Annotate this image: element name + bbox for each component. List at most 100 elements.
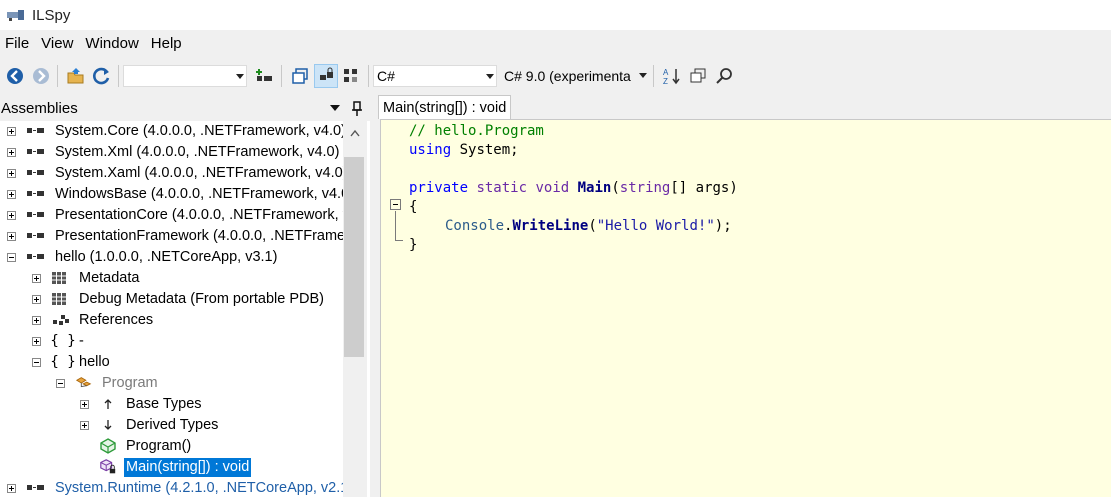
code-method-name[interactable]: Main — [569, 180, 612, 196]
manage-assembly-lists-button[interactable] — [253, 64, 277, 88]
tree-item-hello-namespace[interactable]: { } hello — [0, 352, 343, 373]
expand-icon[interactable] — [32, 316, 41, 325]
expand-icon[interactable] — [80, 400, 89, 409]
expand-icon[interactable] — [32, 337, 41, 346]
menu-help[interactable]: Help — [145, 30, 188, 58]
back-button[interactable] — [3, 64, 27, 88]
expand-icon[interactable] — [7, 169, 16, 178]
tree-item-label: Base Types — [126, 396, 202, 412]
tree-item-windowsbase[interactable]: WindowsBase (4.0.0.0, .NETFramework, v4.… — [0, 184, 343, 205]
namespace-icon: { } — [50, 333, 76, 349]
tree-item-base-types[interactable]: Base Types — [0, 394, 343, 415]
tree-item-label: WindowsBase (4.0.0.0, .NETFramework, v4.… — [55, 186, 343, 202]
assembly-list-combo[interactable] — [123, 65, 247, 87]
language-version-value: C# 9.0 (experimenta — [504, 68, 631, 84]
tree-item-references[interactable]: References — [0, 310, 343, 331]
expand-icon[interactable] — [7, 484, 16, 493]
tree-item-label: System.Runtime (4.2.1.0, .NETCoreApp, v2… — [55, 480, 343, 496]
toolbar-separator — [57, 65, 58, 87]
show-all-members-button[interactable] — [340, 64, 364, 88]
assembly-icon — [27, 480, 45, 496]
scroll-up-arrow-icon[interactable] — [350, 129, 360, 137]
tree-scrollbar[interactable] — [343, 121, 367, 497]
panel-menu-chevron-down-icon[interactable] — [330, 105, 340, 111]
tab-main-method[interactable]: Main(string[]) : void — [378, 95, 512, 119]
tree-item-debug-metadata[interactable]: Debug Metadata (From portable PDB) — [0, 289, 343, 310]
expand-icon[interactable] — [7, 211, 16, 220]
fold-guide — [395, 240, 403, 241]
assembly-icon — [27, 207, 45, 223]
assembly-icon — [27, 144, 45, 160]
tree-item-system-xml[interactable]: System.Xml (4.0.0.0, .NETFramework, v4.0… — [0, 142, 343, 163]
code-string: "Hello World!" — [596, 218, 715, 234]
metadata-icon — [52, 291, 70, 307]
expand-icon[interactable] — [7, 190, 16, 199]
tree-item-presentationframework[interactable]: PresentationFramework (4.0.0.0, .NETFram… — [0, 226, 343, 247]
tree-item-label: System.Core (4.0.0.0, .NETFramework, v4.… — [55, 123, 343, 139]
tree-item-label: System.Xaml (4.0.0.0, .NETFramework, v4.… — [55, 165, 343, 181]
tree-item-metadata[interactable]: Metadata — [0, 268, 343, 289]
fold-collapse-icon[interactable] — [390, 199, 401, 210]
forward-button[interactable] — [29, 64, 53, 88]
expand-icon[interactable] — [80, 421, 89, 430]
tree-item-label: Metadata — [79, 270, 140, 286]
menu-window[interactable]: Window — [79, 30, 144, 58]
code-method-name[interactable]: WriteLine — [512, 218, 588, 234]
tree-item-system-runtime[interactable]: System.Runtime (4.2.1.0, .NETCoreApp, v2… — [0, 478, 343, 497]
svg-text:A: A — [663, 68, 669, 77]
code-line: { — [409, 198, 417, 217]
collapse-icon[interactable] — [7, 253, 16, 262]
tree-item-program-class[interactable]: Program — [0, 373, 343, 394]
scrollbar-thumb[interactable] — [344, 157, 364, 357]
expand-icon[interactable] — [32, 295, 41, 304]
code-punct: ( — [588, 218, 597, 234]
menu-view[interactable]: View — [35, 30, 79, 58]
assembly-tree[interactable]: System.Core (4.0.0.0, .NETFramework, v4.… — [0, 121, 343, 497]
manage-lists-icon — [256, 69, 272, 81]
expand-icon[interactable] — [32, 274, 41, 283]
references-icon — [52, 312, 70, 328]
expand-icon[interactable] — [7, 148, 16, 157]
expand-icon[interactable] — [7, 232, 16, 241]
collapse-icon[interactable] — [32, 358, 41, 367]
code-editor[interactable]: // hello.Program using System; private s… — [380, 119, 1111, 497]
tree-item-system-xaml[interactable]: System.Xaml (4.0.0.0, .NETFramework, v4.… — [0, 163, 343, 184]
search-button[interactable] — [712, 64, 736, 88]
code-keyword: private — [409, 180, 469, 196]
window-button[interactable] — [686, 64, 710, 88]
tree-item-label: Debug Metadata (From portable PDB) — [79, 291, 324, 307]
sort-button[interactable]: AZ — [660, 64, 684, 88]
code-panel: Main(string[]) : void // hello.Program u… — [378, 95, 1111, 497]
reload-button[interactable] — [90, 64, 114, 88]
open-button[interactable] — [64, 64, 88, 88]
assemblies-panel-title: Assemblies — [1, 99, 78, 117]
toolbar-separator — [653, 65, 654, 87]
tree-item-empty-namespace[interactable]: { } - — [0, 331, 343, 352]
tree-item-system-core[interactable]: System.Core (4.0.0.0, .NETFramework, v4.… — [0, 121, 343, 142]
language-value: C# — [377, 68, 395, 84]
pin-icon[interactable] — [351, 101, 363, 117]
expand-icon[interactable] — [7, 127, 16, 136]
code-punct: ( — [611, 180, 620, 196]
code-keyword: void — [527, 180, 570, 196]
collapse-all-button[interactable] — [288, 64, 312, 88]
chevron-down-icon — [486, 74, 494, 79]
code-type[interactable]: string — [620, 180, 671, 196]
tree-item-derived-types[interactable]: Derived Types — [0, 415, 343, 436]
constructor-icon — [99, 438, 117, 454]
language-version-combo[interactable]: C# 9.0 (experimenta — [501, 65, 649, 87]
tree-item-main-method[interactable]: Main(string[]) : void — [0, 457, 343, 478]
sort-icon: AZ — [663, 68, 680, 85]
menu-file[interactable]: File — [0, 30, 35, 58]
assembly-icon — [27, 123, 45, 139]
panel-splitter[interactable] — [370, 95, 378, 497]
tree-item-presentationcore[interactable]: PresentationCore (4.0.0.0, .NETFramework… — [0, 205, 343, 226]
show-internal-api-button[interactable] — [314, 64, 338, 88]
tree-item-label: Main(string[]) : void — [124, 458, 252, 477]
tree-item-program-ctor[interactable]: Program() — [0, 436, 343, 457]
collapse-icon[interactable] — [56, 379, 65, 388]
tree-item-label: Program — [102, 375, 158, 391]
tree-item-hello-assembly[interactable]: hello (1.0.0.0, .NETCoreApp, v3.1) — [0, 247, 343, 268]
language-combo[interactable]: C# — [373, 65, 497, 87]
code-type[interactable]: Console — [445, 218, 504, 234]
